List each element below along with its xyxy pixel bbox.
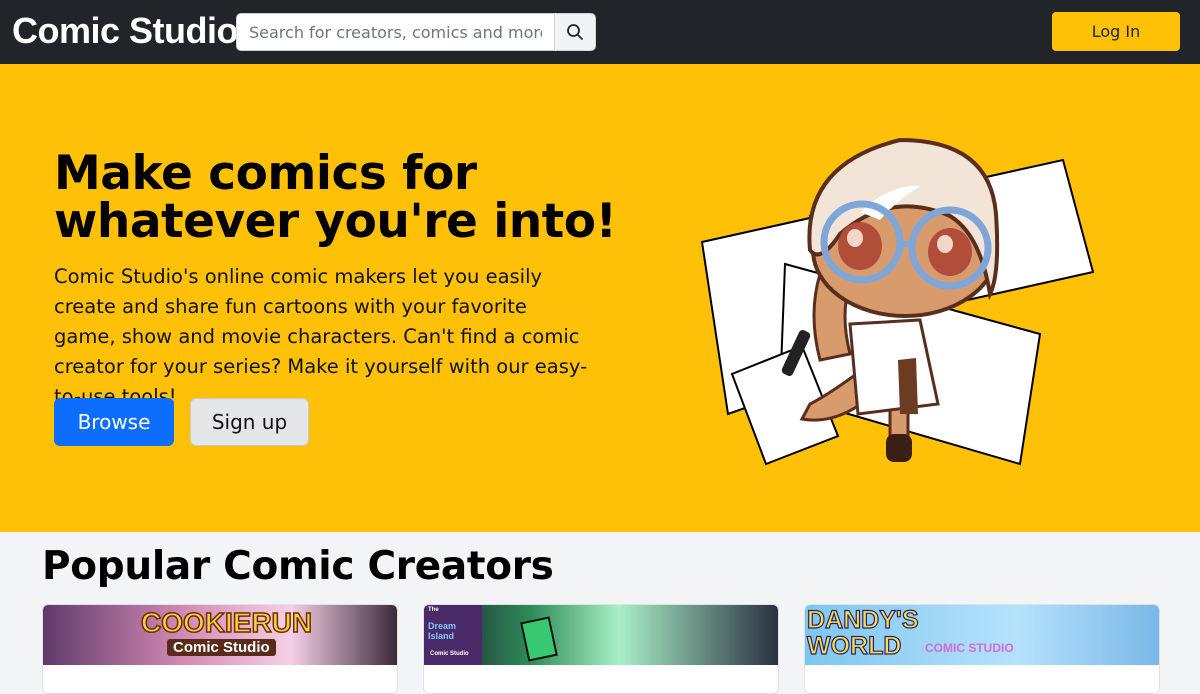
card-banner-cookierun: COOKIERUN Comic Studio bbox=[43, 605, 397, 665]
creator-cards: COOKIERUN Comic Studio The Dream Island … bbox=[42, 604, 1160, 694]
banner-subtitle: Comic Studio bbox=[430, 651, 469, 657]
creator-card-cookierun[interactable]: COOKIERUN Comic Studio bbox=[42, 604, 398, 694]
hero-section: Make comics for whatever you're into! Co… bbox=[0, 64, 1200, 532]
popular-creators-title: Popular Comic Creators bbox=[42, 544, 554, 589]
search-icon bbox=[567, 24, 583, 40]
banner-title: Dream Island bbox=[428, 621, 457, 641]
search-button[interactable] bbox=[554, 13, 596, 51]
banner-small-text: The bbox=[428, 607, 439, 613]
search-bar bbox=[236, 13, 596, 51]
banner-subtitle: Comic Studio bbox=[167, 639, 276, 656]
signup-button[interactable]: Sign up bbox=[190, 398, 309, 446]
login-button[interactable]: Log In bbox=[1052, 12, 1180, 51]
hero-title-line2: whatever you're into! bbox=[54, 194, 617, 249]
creator-card-dream-island[interactable]: The Dream Island Comic Studio bbox=[423, 604, 779, 694]
top-navbar: Comic Studio Log In bbox=[0, 0, 1200, 64]
hero-title: Make comics for whatever you're into! bbox=[54, 150, 654, 246]
book-character bbox=[520, 616, 558, 662]
creator-card-dandys-world[interactable]: DANDY'S WORLD COMIC STUDIO bbox=[804, 604, 1160, 694]
search-input[interactable] bbox=[236, 13, 554, 51]
browse-button[interactable]: Browse bbox=[54, 398, 174, 446]
banner-logo-box: The Dream Island Comic Studio bbox=[424, 605, 482, 665]
banner-subtitle: COMIC STUDIO bbox=[925, 641, 1014, 655]
card-banner-dandys-world: DANDY'S WORLD COMIC STUDIO bbox=[805, 605, 1159, 665]
card-banner-dream-island: The Dream Island Comic Studio bbox=[424, 605, 778, 665]
hero-actions: Browse Sign up bbox=[54, 398, 309, 446]
site-logo[interactable]: Comic Studio bbox=[12, 10, 239, 52]
hero-description: Comic Studio's online comic makers let y… bbox=[54, 265, 588, 408]
hero-title-line1: Make comics for bbox=[54, 146, 477, 201]
banner-title: DANDY'S WORLD bbox=[806, 606, 919, 660]
hero-character-illustration bbox=[700, 137, 1095, 466]
banner-title: COOKIERUN bbox=[140, 606, 313, 639]
